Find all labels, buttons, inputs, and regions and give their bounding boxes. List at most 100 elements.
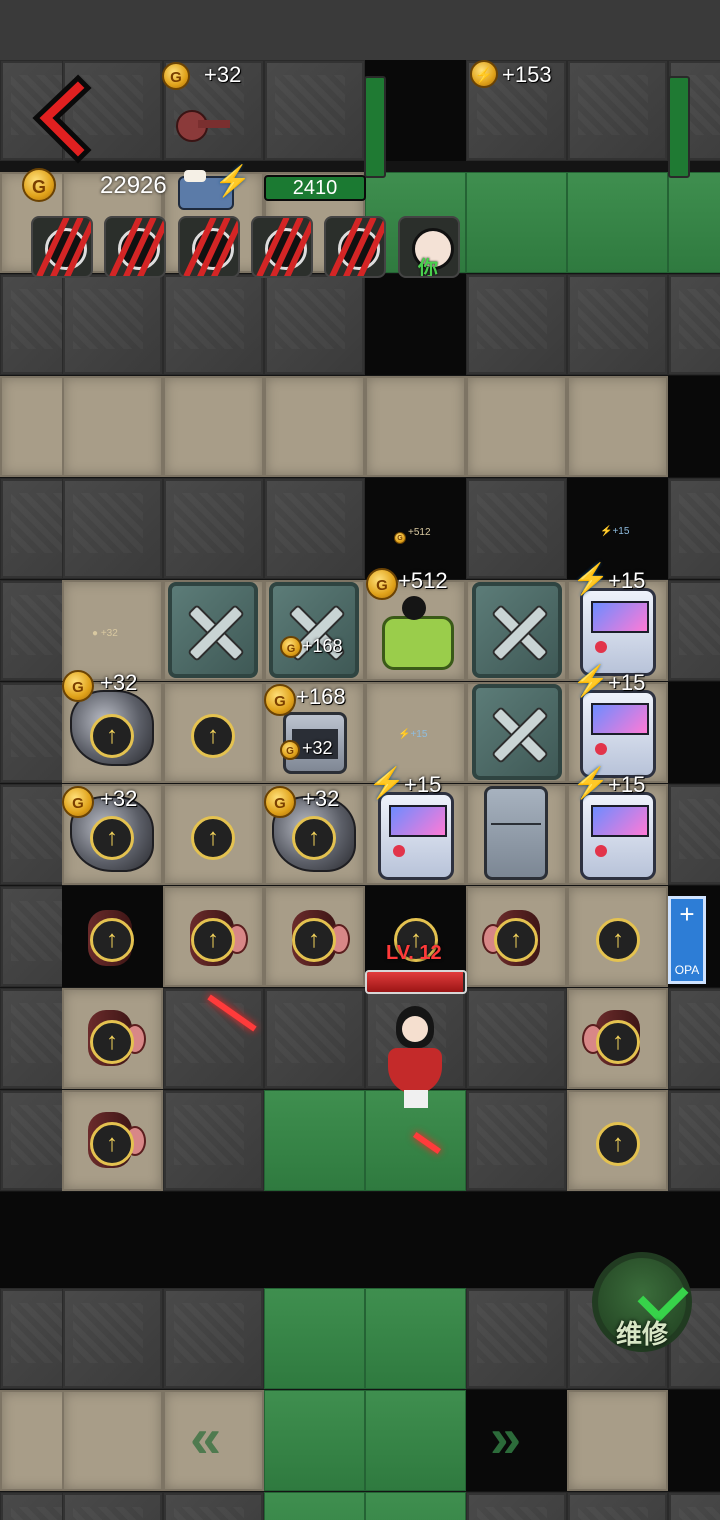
chevron-right-icon[interactable]: »: [490, 1410, 521, 1466]
player-character[interactable]: [378, 1000, 452, 1110]
arrow-up-icon: ↑: [106, 1130, 118, 1157]
ore-gold-coin-3: G: [264, 786, 296, 818]
chevron-left-icon[interactable]: «: [190, 1410, 221, 1466]
arcade-energy-label-1: +15: [608, 568, 646, 593]
arcade-3[interactable]: [378, 792, 454, 880]
avatar-slot-3[interactable]: [178, 216, 240, 278]
arrow-up-icon: ↑: [207, 722, 219, 749]
arrow-up-icon: ↑: [612, 1130, 624, 1157]
upgrade-button[interactable]: ↑: [90, 1122, 134, 1166]
arrow-up-icon: ↑: [106, 824, 118, 851]
arrow-up-icon: ↑: [106, 926, 118, 953]
toolbox-gold-coin: G: [280, 636, 302, 658]
key-icon: [176, 106, 232, 142]
repair-button[interactable]: 维修: [592, 1252, 692, 1352]
upgrade-button[interactable]: ↑: [596, 1122, 640, 1166]
arcade-energy-label-2: +15: [608, 670, 646, 695]
gold-icon: G: [22, 168, 56, 202]
top-energy-gain-label: +153: [502, 62, 552, 87]
energy-icon: ⚡: [572, 665, 610, 698]
tiny-gold-label-2: ● +32: [92, 628, 118, 639]
oven-gold-label: +168: [296, 684, 346, 709]
fridge[interactable]: [484, 786, 548, 880]
top-gold-gain: G: [162, 62, 190, 90]
arrow-up-icon: ↑: [106, 722, 118, 749]
energy-bar: 2410: [264, 175, 366, 201]
ore-gold-label-2: +32: [100, 786, 138, 811]
energy-coin-icon: ⚡: [470, 60, 498, 88]
oven-small-coin: G: [280, 740, 300, 760]
ore-gold-coin-2: G: [62, 786, 94, 818]
left-green-meter: [364, 76, 386, 178]
upgrade-button[interactable]: ↑: [292, 918, 336, 962]
bed[interactable]: [380, 590, 454, 672]
toolbox-2[interactable]: [269, 582, 359, 678]
tiny-gold-label: +512: [408, 527, 431, 538]
toolbox-gold-label: +168: [302, 636, 343, 656]
player-hp-bar: [365, 970, 467, 994]
gold-total-coin: G: [22, 168, 56, 202]
arcade-2[interactable]: [580, 690, 656, 778]
ore-gold-label-3: +32: [302, 786, 340, 811]
sleeping-girl-icon: [402, 596, 426, 620]
player-level: LV. 12: [386, 942, 442, 964]
bed-gold-coin: G: [366, 568, 398, 600]
tiny-gold-coin: G: [394, 527, 406, 545]
back-chevron-icon: [32, 74, 92, 164]
arcade-energy-label-4: +15: [608, 772, 646, 797]
upgrade-button[interactable]: ↑: [596, 918, 640, 962]
joystick-icon: [595, 743, 607, 755]
toolbox-4[interactable]: [472, 684, 562, 780]
gold-coin-icon: G: [162, 62, 190, 90]
tiny-energy-label: ⚡+15: [600, 526, 630, 537]
ore-gold-coin-1: G: [62, 670, 94, 702]
upgrade-button[interactable]: ↑: [90, 1020, 134, 1064]
gold-total: 22926: [100, 172, 167, 199]
upgrade-button[interactable]: ↑: [191, 918, 235, 962]
arrow-up-icon: ↑: [308, 926, 320, 953]
arcade-4[interactable]: [580, 792, 656, 880]
top-energy-gain: ⚡: [470, 60, 498, 88]
arcade-1[interactable]: [580, 588, 656, 676]
upgrade-button[interactable]: ↑: [191, 816, 235, 860]
upgrade-button[interactable]: ↑: [90, 714, 134, 758]
player-hp-fill: [367, 972, 464, 992]
toolbox-1[interactable]: [168, 582, 258, 678]
arrow-up-icon: ↑: [612, 926, 624, 953]
arrow-up-icon: ↑: [106, 1028, 118, 1055]
upgrade-button[interactable]: ↑: [90, 816, 134, 860]
right-green-meter: [668, 76, 690, 178]
small-gold-label-1: +32: [302, 738, 333, 758]
oven-gold-coin: G: [264, 684, 296, 716]
avatar-slot-1[interactable]: [31, 216, 93, 278]
joystick-icon: [393, 845, 405, 857]
arrow-up-icon: ↑: [207, 824, 219, 851]
arcade-energy-label-3: +15: [404, 772, 442, 797]
upgrade-button[interactable]: ↑: [191, 714, 235, 758]
upgrade-button[interactable]: ↑: [494, 918, 538, 962]
energy-icon: ⚡: [214, 165, 252, 198]
arrow-up-icon: ↑: [510, 926, 522, 953]
bed-gold-label: +512: [398, 568, 448, 593]
avatar-slot-self[interactable]: 你: [398, 216, 460, 278]
back-button[interactable]: [26, 74, 94, 164]
side-sign[interactable]: + OPA: [668, 896, 706, 984]
toolbox-3[interactable]: [472, 582, 562, 678]
upgrade-button[interactable]: ↑: [90, 918, 134, 962]
energy-icon: ⚡: [368, 767, 406, 800]
upgrade-button[interactable]: ↑: [596, 1020, 640, 1064]
joystick-icon: [595, 641, 607, 653]
upgrade-button[interactable]: ↑: [292, 816, 336, 860]
avatar-slot-4[interactable]: [251, 216, 313, 278]
ore-gold-label-1: +32: [100, 670, 138, 695]
tiny-energy-label-2: ⚡+15: [398, 729, 428, 740]
arrow-up-icon: ↑: [308, 824, 320, 851]
energy-icon: ⚡: [572, 767, 610, 800]
arrow-up-icon: ↑: [207, 926, 219, 953]
top-gold-gain-label: +32: [204, 62, 242, 87]
avatar-slot-2[interactable]: [104, 216, 166, 278]
arrow-up-icon: ↑: [612, 1028, 624, 1055]
energy-icon: ⚡: [572, 563, 610, 596]
joystick-icon: [595, 845, 607, 857]
avatar-slot-5[interactable]: [324, 216, 386, 278]
